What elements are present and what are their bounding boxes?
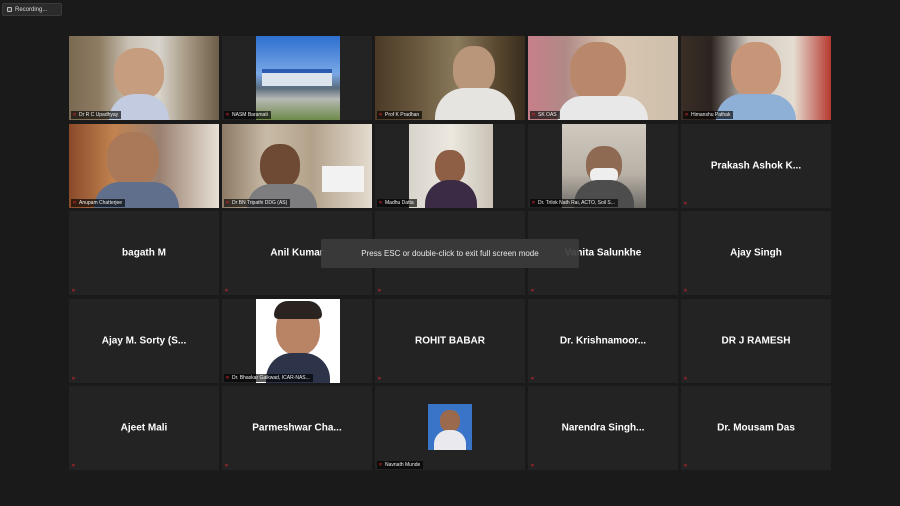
mic-muted-icon: ✕ [683, 288, 688, 294]
participant-label: ✕ Anupam Chatterjee [71, 198, 126, 207]
participant-tile[interactable]: ✕ Anupam Chatterjee [69, 123, 219, 208]
participant-tile[interactable]: Ajeet Mali ✕ [69, 386, 219, 470]
participant-label: ✕ Himanshu Pathak [683, 111, 734, 119]
mic-muted-icon: ✕ [224, 288, 229, 294]
mic-muted-icon: ✕ [71, 375, 76, 382]
participant-video [681, 36, 831, 120]
mic-muted-icon: ✕ [377, 375, 382, 382]
recording-icon [7, 7, 12, 12]
participant-video [69, 36, 219, 120]
mic-muted-icon: ✕ [72, 112, 77, 118]
participant-video [69, 123, 219, 208]
participant-name: Madhu Datta [385, 199, 414, 206]
toast-text: Press ESC or double-click to exit full s… [361, 249, 539, 258]
participant-tile[interactable]: ✕ Dr. Bhaskar Gaikwad, ICAR-NAS... [222, 298, 372, 383]
participant-name: SK OAS [538, 112, 557, 118]
mic-muted-icon: ✕ [684, 112, 689, 118]
participant-name-display: Dr. Krishnamoor... [559, 335, 647, 346]
mic-muted-icon: ✕ [531, 199, 536, 206]
participant-label: ✕ SK OAS [530, 111, 560, 119]
participant-tile[interactable]: Prakash Ashok K... ✕ [681, 123, 831, 208]
mic-muted-icon: ✕ [683, 375, 688, 382]
mic-muted-icon: ✕ [683, 463, 688, 469]
mic-muted-icon: ✕ [225, 112, 230, 118]
participant-label: ✕ Dr R C Upadhyay [71, 111, 122, 119]
participant-name-display: Prakash Ashok K... [710, 160, 802, 171]
fullscreen-exit-toast: Press ESC or double-click to exit full s… [321, 239, 579, 268]
mic-muted-icon: ✕ [378, 199, 383, 206]
participant-tile[interactable]: ✕ Himanshu Pathak [681, 36, 831, 120]
participant-name-display: bagath M [122, 247, 166, 259]
participant-video [256, 36, 340, 120]
participant-tile[interactable]: Dr. Krishnamoor... ✕ [528, 298, 678, 383]
participant-video [222, 123, 372, 208]
participant-tile[interactable]: ✕ Prof K Pradhan [375, 36, 525, 120]
participant-tile[interactable]: Ajay Singh ✕ [681, 211, 831, 295]
participant-tile[interactable]: Dr. Mousam Das ✕ [681, 386, 831, 470]
participant-video [528, 36, 678, 120]
participant-name: Prof K Pradhan [385, 112, 420, 118]
mic-muted-icon: ✕ [530, 375, 535, 382]
participant-name-display: Narendra Singh... [561, 422, 645, 434]
participant-video [562, 123, 646, 208]
participant-name: Dr. Trilok Nath Rai, ACTO, Soil S... [538, 199, 615, 206]
mic-muted-icon: ✕ [378, 462, 383, 468]
participant-tile[interactable]: ✕ SK OAS [528, 36, 678, 120]
participant-tile[interactable]: ✕ Navnath Munde [375, 386, 525, 470]
participant-label: ✕ Madhu Datta [377, 198, 417, 207]
participant-name: Dr R C Upadhyay [79, 112, 119, 118]
participant-name-display: Ajay M. Sorty (S... [101, 335, 187, 346]
participant-tile[interactable]: Ajay M. Sorty (S... ✕ [69, 298, 219, 383]
participant-tile[interactable]: Parmeshwar Cha... ✕ [222, 386, 372, 470]
participant-tile[interactable]: ✕ Dr. Trilok Nath Rai, ACTO, Soil S... [528, 123, 678, 208]
recording-label: Recording... [15, 6, 48, 13]
mic-muted-icon: ✕ [530, 288, 535, 294]
participant-label: ✕ Dr. Trilok Nath Rai, ACTO, Soil S... [530, 198, 618, 207]
participant-label: ✕ Prof K Pradhan [377, 111, 423, 119]
participant-name: Navnath Munde [385, 462, 421, 468]
mic-muted-icon: ✕ [71, 463, 76, 469]
participant-tile[interactable]: Narendra Singh... ✕ [528, 386, 678, 470]
participant-name-display: DR J RAMESH [721, 335, 791, 346]
mic-muted-icon: ✕ [378, 112, 383, 118]
mic-muted-icon: ✕ [225, 199, 230, 206]
participant-name: Anupam Chatterjee [79, 199, 123, 206]
mic-muted-icon: ✕ [224, 463, 229, 469]
participant-video [409, 123, 493, 208]
participant-tile[interactable]: ✕ Madhu Datta [375, 123, 525, 208]
participant-video [428, 404, 472, 450]
participant-name: NASM Baramati [232, 112, 268, 118]
mic-muted-icon: ✕ [72, 199, 77, 206]
participant-tile[interactable]: bagath M ✕ [69, 211, 219, 295]
mic-muted-icon: ✕ [531, 112, 536, 118]
participant-video [375, 36, 525, 120]
participant-label: ✕ Dr BN Tripathi DDG (AS) [224, 198, 291, 207]
recording-indicator[interactable]: Recording... [2, 3, 62, 16]
participant-name-display: ROHIT BABAR [415, 335, 485, 346]
participant-label: ✕ Dr. Bhaskar Gaikwad, ICAR-NAS... [224, 373, 313, 382]
participant-video [256, 298, 340, 383]
participant-tile[interactable]: DR J RAMESH ✕ [681, 298, 831, 383]
mic-muted-icon: ✕ [225, 374, 230, 381]
mic-muted-icon: ✕ [530, 463, 535, 469]
participant-name: Himanshu Pathak [691, 112, 731, 118]
participant-name-display: Parmeshwar Cha... [252, 422, 342, 434]
participant-tile[interactable]: ✕ Dr R C Upadhyay [69, 36, 219, 120]
participant-name: Dr BN Tripathi DDG (AS) [232, 199, 288, 206]
mic-muted-icon: ✕ [71, 288, 76, 294]
participant-name-display: Ajay Singh [730, 247, 782, 259]
participant-name-display: Ajeet Mali [120, 422, 168, 434]
participant-tile[interactable]: ✕ NASM Baramati [222, 36, 372, 120]
participant-label: ✕ Navnath Munde [377, 461, 424, 469]
participant-name: Dr. Bhaskar Gaikwad, ICAR-NAS... [232, 374, 310, 381]
participant-tile[interactable]: ROHIT BABAR ✕ [375, 298, 525, 383]
participant-label: ✕ NASM Baramati [224, 111, 271, 119]
participant-tile-active-speaker[interactable]: ✕ Dr BN Tripathi DDG (AS) [222, 123, 372, 208]
mic-muted-icon: ✕ [683, 200, 688, 207]
mic-muted-icon: ✕ [377, 288, 382, 294]
participant-name-display: Dr. Mousam Das [717, 422, 795, 434]
